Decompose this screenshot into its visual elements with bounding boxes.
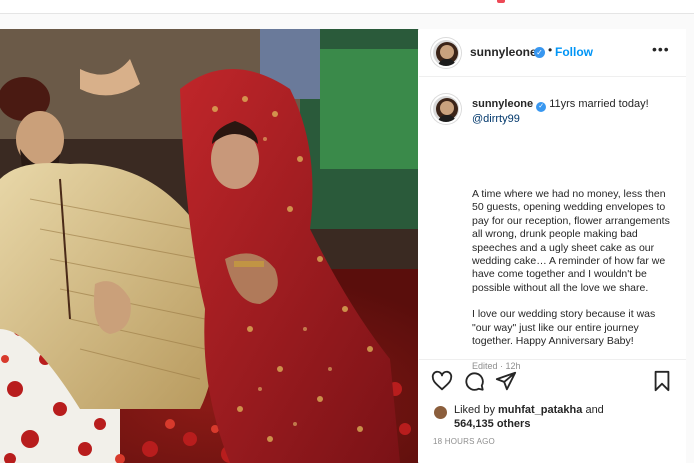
caption-body: A time where we had no money, less then … bbox=[472, 188, 677, 361]
caption-heading: sunnyleone ✓ 11yrs married today! @dirrty… bbox=[472, 97, 677, 127]
caption-paragraph-1: A time where we had no money, less then … bbox=[472, 188, 670, 294]
wedding-photo-image bbox=[0, 29, 418, 463]
bookmark-icon[interactable] bbox=[651, 370, 673, 392]
likes-count[interactable]: 564,135 others bbox=[454, 418, 530, 430]
instagram-post-page: sunnyleone ✓ • Follow ••• sunnyleone ✓ 11… bbox=[0, 0, 694, 463]
caption-block: sunnyleone ✓ 11yrs married today! @dirrty… bbox=[419, 78, 686, 378]
caption-paragraph-2: I love our wedding story because it was … bbox=[472, 308, 656, 348]
separator-dot: • bbox=[548, 43, 553, 57]
caption-first-line: 11yrs married today! bbox=[549, 98, 649, 110]
more-options-icon[interactable]: ••• bbox=[652, 41, 670, 57]
avatar-face bbox=[440, 101, 454, 115]
post-username[interactable]: sunnyleone bbox=[470, 45, 537, 59]
top-bar bbox=[0, 0, 694, 14]
caption-username[interactable]: sunnyleone bbox=[472, 98, 533, 110]
verified-badge-icon: ✓ bbox=[536, 102, 547, 112]
heart-icon[interactable] bbox=[431, 370, 453, 392]
liker-username[interactable]: muhfat_patakha bbox=[498, 404, 582, 416]
avatar-face bbox=[440, 45, 454, 59]
likes-text: Liked by muhfat_patakha and 564,135 othe… bbox=[454, 403, 674, 431]
action-bar bbox=[419, 359, 686, 399]
post-header: sunnyleone ✓ • Follow ••• bbox=[419, 29, 686, 77]
likes-and: and bbox=[582, 404, 604, 416]
post-side-panel: sunnyleone ✓ • Follow ••• sunnyleone ✓ 11… bbox=[419, 29, 686, 463]
share-icon[interactable] bbox=[495, 370, 517, 392]
post-timestamp: 18 HOURS AGO bbox=[433, 437, 495, 446]
top-bar-accent bbox=[497, 0, 505, 3]
caption-avatar[interactable] bbox=[431, 94, 461, 124]
avatar[interactable] bbox=[431, 38, 461, 68]
post-photo[interactable] bbox=[0, 29, 418, 463]
comment-icon[interactable] bbox=[463, 370, 485, 392]
verified-badge-icon: ✓ bbox=[534, 47, 545, 58]
mention-link[interactable]: @dirrty99 bbox=[472, 113, 520, 125]
avatar-body bbox=[438, 115, 456, 122]
liker-avatar[interactable] bbox=[433, 405, 448, 420]
likes-prefix: Liked by bbox=[454, 404, 499, 416]
avatar-body bbox=[438, 59, 456, 66]
follow-button[interactable]: Follow bbox=[555, 45, 593, 59]
